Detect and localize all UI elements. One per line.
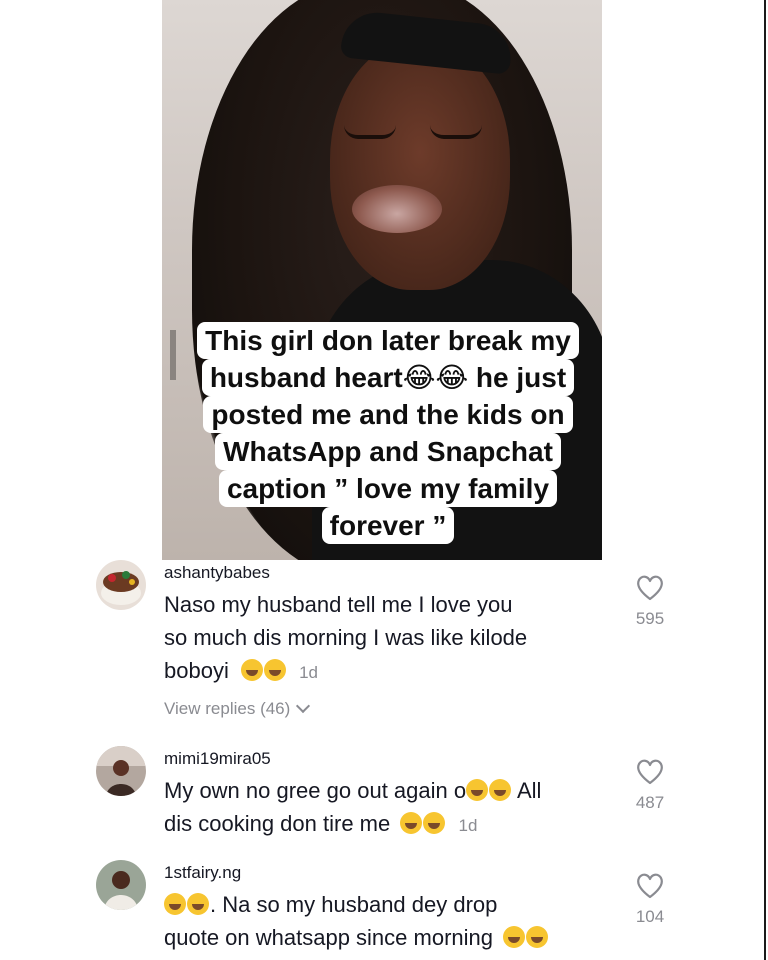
comment-time: 1d [299,663,319,682]
comment-text: My own no gree go out again o All dis co… [164,774,624,842]
video-edge-mark [170,330,176,380]
comment-username[interactable]: ashantybabes [164,563,270,583]
video-face [330,40,510,290]
like-count: 595 [635,609,665,628]
comment-text-line: . Na so my husband dey drop [210,892,498,917]
caption-line: husband heart😂😂 he just [201,359,575,396]
laughing-emoji-icon [400,812,423,834]
video-eye-right [430,125,482,139]
rofl-emoji-icon [187,893,209,915]
caption-line: This girl don later break my [197,322,579,359]
like-button[interactable]: 104 [630,872,670,927]
chevron-down-icon [296,698,311,714]
comment-text-line: quote on whatsapp since morning [164,925,493,950]
heart-icon [637,759,663,785]
like-count: 487 [635,793,665,812]
avatar-person-icon[interactable] [96,860,146,910]
caption-line: posted me and the kids on [203,396,573,433]
like-button[interactable]: 595 [630,574,670,629]
avatar-cake-icon[interactable] [96,560,146,610]
video-mouth [352,185,442,233]
like-count: 104 [635,907,665,926]
page-right-border [764,0,766,960]
comment-username[interactable]: mimi19mira05 [164,749,271,769]
heart-icon [637,873,663,899]
view-replies-label: View replies (46) [164,699,291,718]
heart-icon [637,575,663,601]
comment-text-line: Naso my husband tell me I love you [164,592,513,617]
laughing-emoji-icon [503,926,526,948]
laughing-emoji-icon [526,926,549,948]
video-eye-left [344,125,396,139]
comment-text-line: dis cooking don tire me [164,811,391,836]
laughing-emoji-icon [489,779,512,801]
laughing-cat-emoji-icon [240,659,263,681]
comment-text: Naso my husband tell me I love you so mu… [164,588,614,689]
caption-line: forever ” [321,507,455,544]
caption-line: caption ” love my family [218,470,558,507]
laughing-emoji-icon [466,779,489,801]
comment-text: . Na so my husband dey drop quote on wha… [164,888,614,954]
avatar-person-icon[interactable] [96,746,146,796]
view-replies-button[interactable]: View replies (46) [164,698,311,719]
rofl-emoji-icon [164,893,186,915]
video-caption: This girl don later break my husband hea… [182,322,594,544]
laughing-emoji-icon [423,812,446,834]
comment-text-line: so much dis morning I was like kilode [164,625,528,650]
comment-username[interactable]: 1stfairy.ng [164,863,241,883]
laughing-cat-emoji-icon [263,659,286,681]
like-button[interactable]: 487 [630,758,670,813]
caption-line: WhatsApp and Snapchat [215,433,561,470]
comment-text-line: boboyi [164,658,229,683]
video-player[interactable]: This girl don later break my husband hea… [162,0,602,560]
comment-time: 1d [458,816,478,835]
comment-text-line: All [512,778,542,803]
comment-text-line: My own no gree go out again o [164,778,467,803]
